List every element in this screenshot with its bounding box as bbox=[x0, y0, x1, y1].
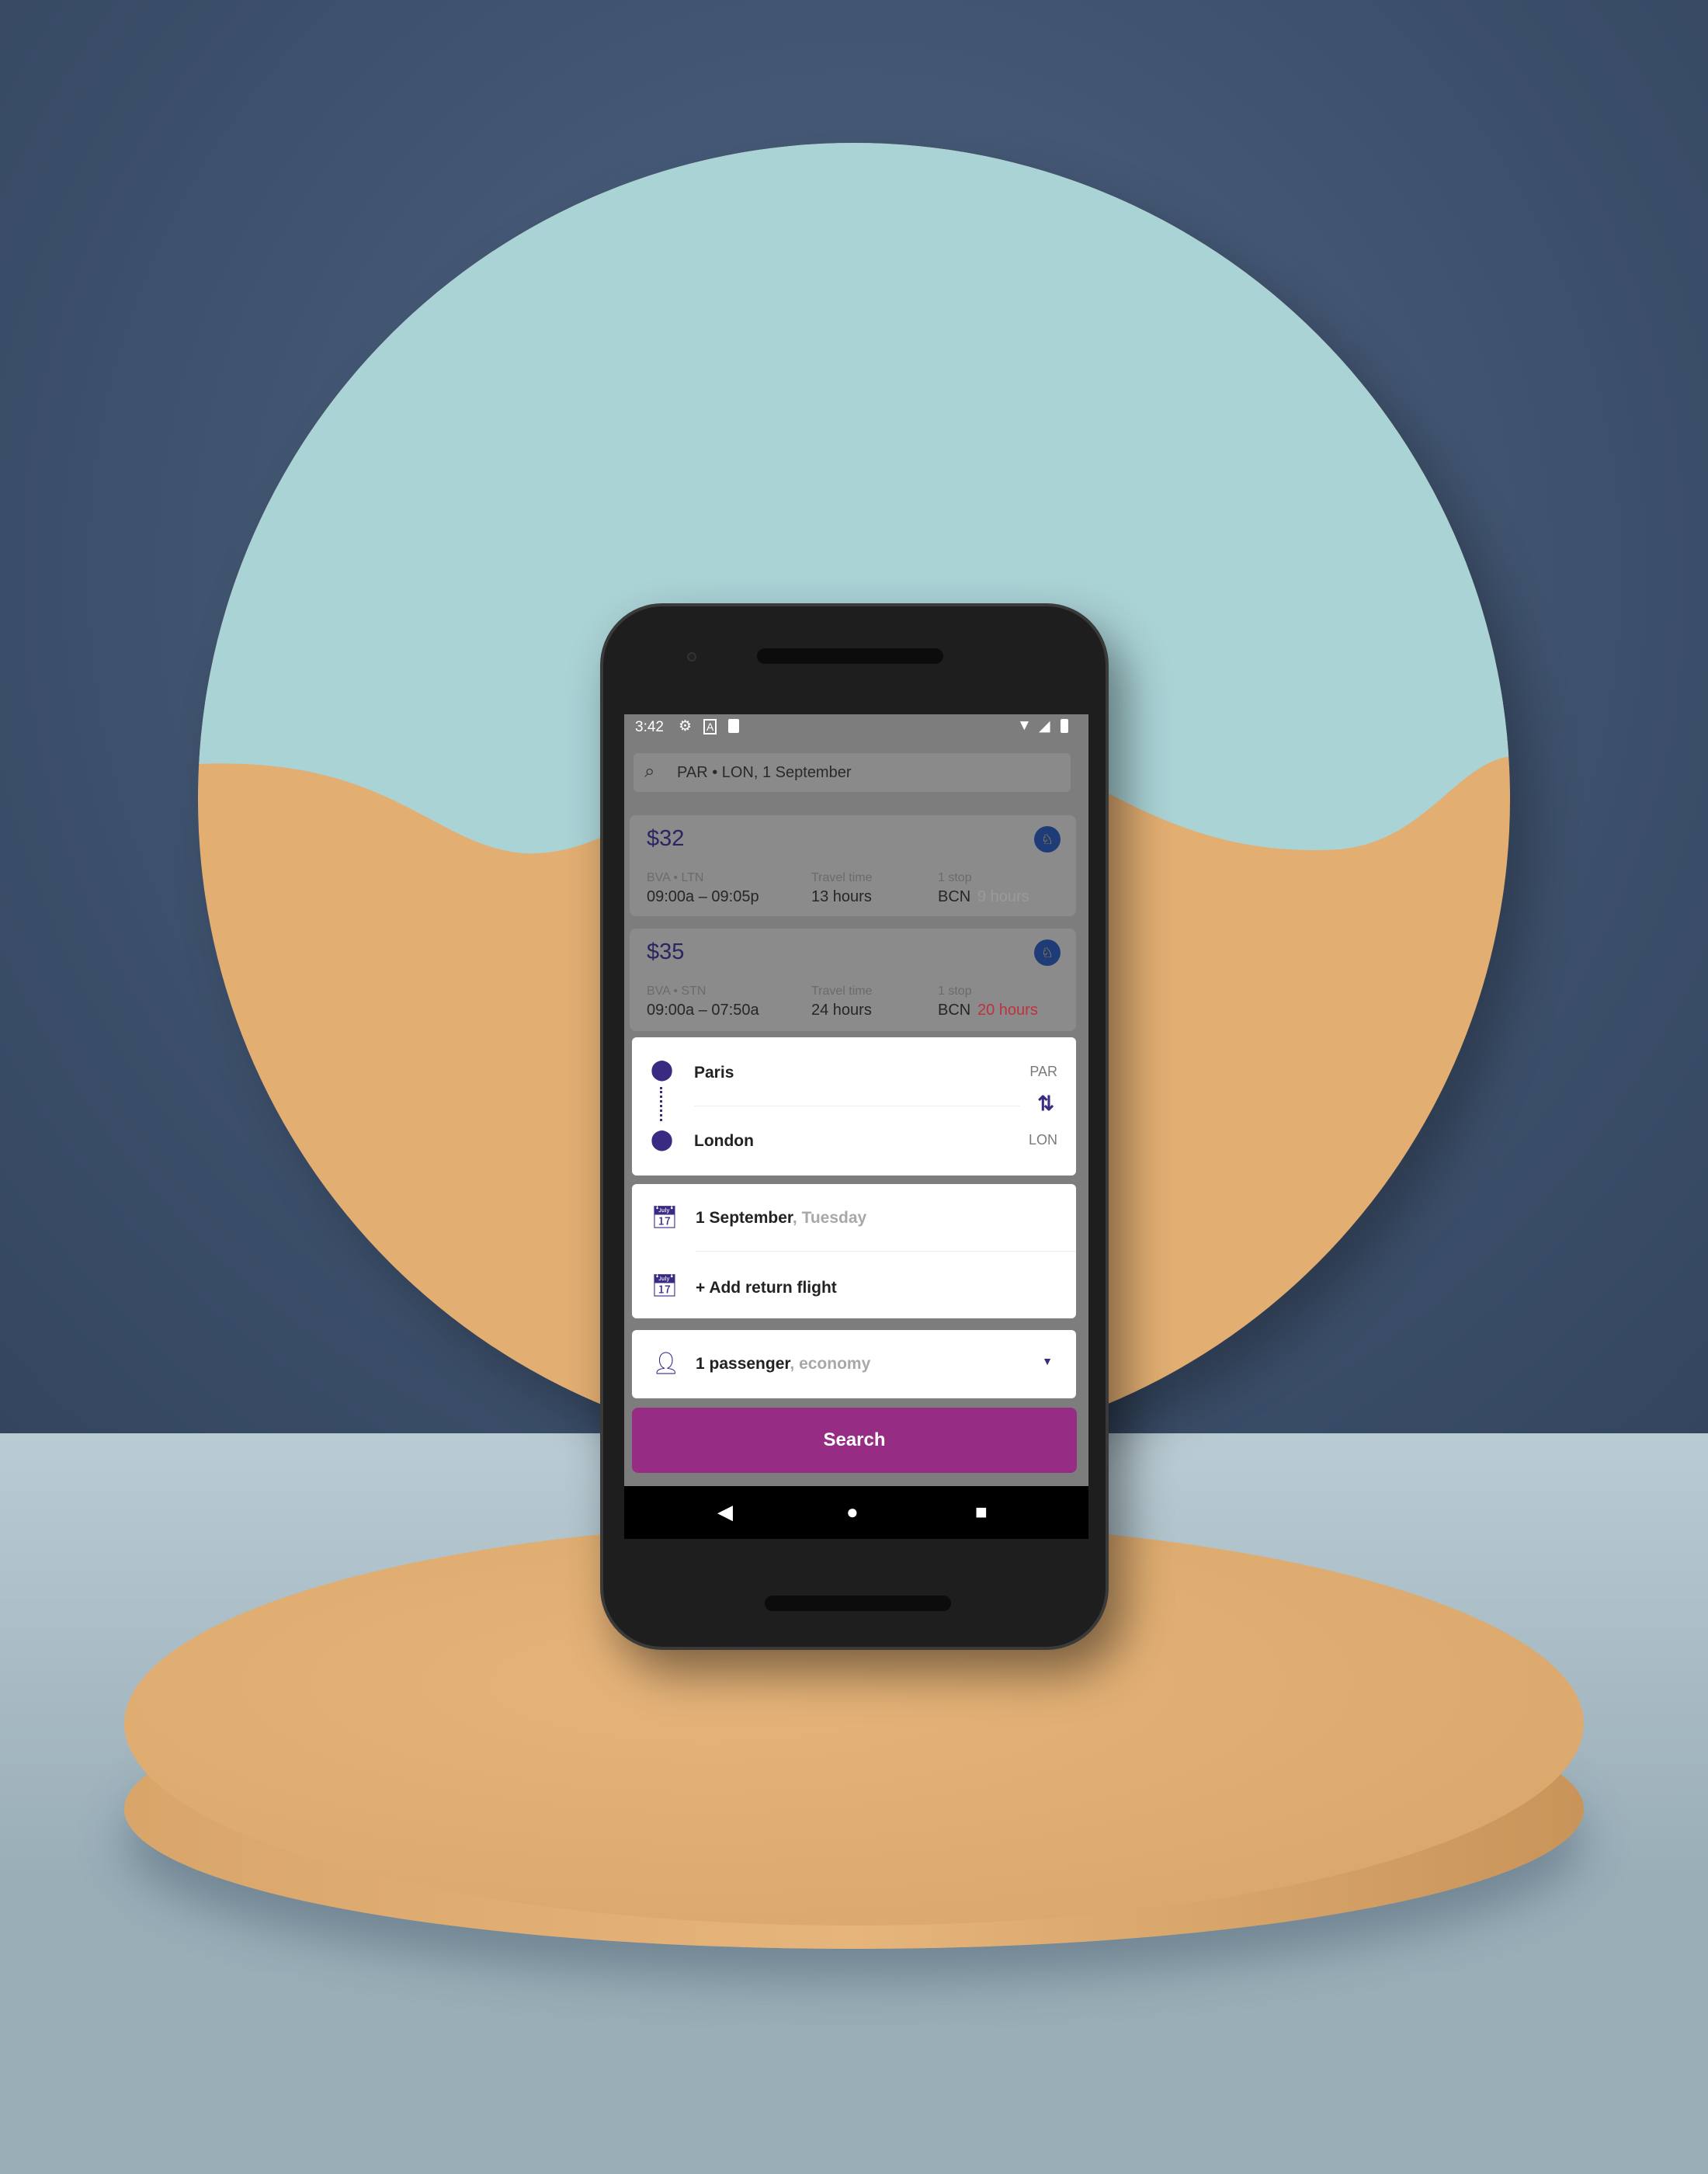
back-icon[interactable]: ◀ bbox=[717, 1500, 733, 1524]
earpiece bbox=[757, 648, 943, 664]
recents-icon[interactable]: ■ bbox=[975, 1500, 988, 1524]
route: BVA • STN bbox=[647, 985, 706, 998]
airline-logo-icon: ♘ bbox=[1034, 826, 1061, 853]
layover: 9 hours bbox=[977, 888, 1029, 905]
swap-icon[interactable]: ⇅ bbox=[1037, 1092, 1054, 1116]
add-return-flight-button[interactable]: + Add return flight bbox=[696, 1279, 837, 1297]
wifi-icon: ▼ bbox=[1017, 717, 1032, 734]
result-card[interactable]: $35 ♘ BVA • STN 09:00a – 07:50a Travel t… bbox=[630, 929, 1076, 1031]
calendar-return-icon: 📅︎ bbox=[651, 1273, 679, 1297]
search-icon: ⌕ bbox=[644, 761, 655, 782]
stops: 1 stop bbox=[938, 871, 972, 884]
destination-field[interactable]: London bbox=[694, 1132, 754, 1151]
passenger-selector[interactable]: 👤︎ 1 passenger, economy ▼ bbox=[632, 1330, 1076, 1398]
search-bar[interactable]: ⌕ PAR • LON, 1 September bbox=[634, 753, 1071, 792]
signal-icon: ◢ bbox=[1039, 718, 1050, 735]
passenger-field: 1 passenger, economy bbox=[696, 1355, 870, 1374]
calendar-icon: 📅︎ bbox=[651, 1205, 679, 1229]
origin-pin-icon: ⬤ bbox=[651, 1057, 674, 1081]
navigation-bar: ◀ ● ■ bbox=[624, 1486, 1088, 1539]
person-icon: 👤︎ bbox=[652, 1351, 680, 1375]
battery-icon bbox=[1061, 719, 1068, 733]
keyboard-icon: A bbox=[703, 719, 717, 735]
travel-label: Travel time bbox=[811, 871, 873, 884]
search-query: PAR • LON, 1 September bbox=[677, 764, 852, 781]
destination-pin-icon: ⬤ bbox=[651, 1127, 674, 1151]
times: 09:00a – 09:05p bbox=[647, 888, 759, 905]
departure-date-field[interactable]: 1 September, Tuesday bbox=[696, 1209, 866, 1228]
destination-code: LON bbox=[1028, 1132, 1057, 1148]
origin-field[interactable]: Paris bbox=[694, 1064, 734, 1082]
travel-time: 13 hours bbox=[811, 888, 872, 905]
date: 1 September bbox=[696, 1209, 793, 1227]
times: 09:00a – 07:50a bbox=[647, 1002, 759, 1019]
cabin-class: , economy bbox=[790, 1355, 871, 1373]
price: $32 bbox=[647, 826, 685, 851]
weekday: , Tuesday bbox=[792, 1209, 867, 1227]
price: $35 bbox=[647, 939, 685, 964]
search-button[interactable]: Search bbox=[632, 1408, 1077, 1473]
route-card: ⬤ ⬤ Paris PAR ⇅ London LON bbox=[632, 1037, 1076, 1176]
result-card[interactable]: $32 ♘ BVA • LTN 09:00a – 09:05p Travel t… bbox=[630, 815, 1076, 916]
date-card: 📅︎ 1 September, Tuesday 📅︎ + Add return … bbox=[632, 1184, 1076, 1318]
dropdown-arrow-icon[interactable]: ▼ bbox=[1042, 1355, 1053, 1367]
sd-card-icon bbox=[728, 719, 739, 733]
origin-code: PAR bbox=[1029, 1064, 1057, 1079]
front-camera bbox=[687, 652, 696, 662]
travel-label: Travel time bbox=[811, 985, 873, 998]
stops: 1 stop bbox=[938, 985, 972, 998]
divider bbox=[696, 1251, 1076, 1252]
passengers: 1 passenger bbox=[696, 1355, 790, 1373]
via: BCN bbox=[938, 888, 971, 905]
route-dots bbox=[660, 1087, 662, 1121]
clock: 3:42 bbox=[635, 719, 664, 735]
airline-logo-icon: ♘ bbox=[1034, 939, 1061, 966]
settings-icon: ⚙ bbox=[679, 718, 693, 735]
phone-screen: 3:42 ⚙ A ▼ ◢ ⌕ PAR • LON, 1 September $3… bbox=[624, 714, 1088, 1539]
via: BCN bbox=[938, 1002, 971, 1019]
bottom-speaker bbox=[765, 1596, 951, 1611]
route: BVA • LTN bbox=[647, 871, 704, 884]
travel-time: 24 hours bbox=[811, 1002, 872, 1019]
layover: 20 hours bbox=[977, 1002, 1038, 1019]
status-bar: 3:42 ⚙ A ▼ ◢ bbox=[624, 714, 1088, 742]
home-icon[interactable]: ● bbox=[846, 1500, 859, 1524]
